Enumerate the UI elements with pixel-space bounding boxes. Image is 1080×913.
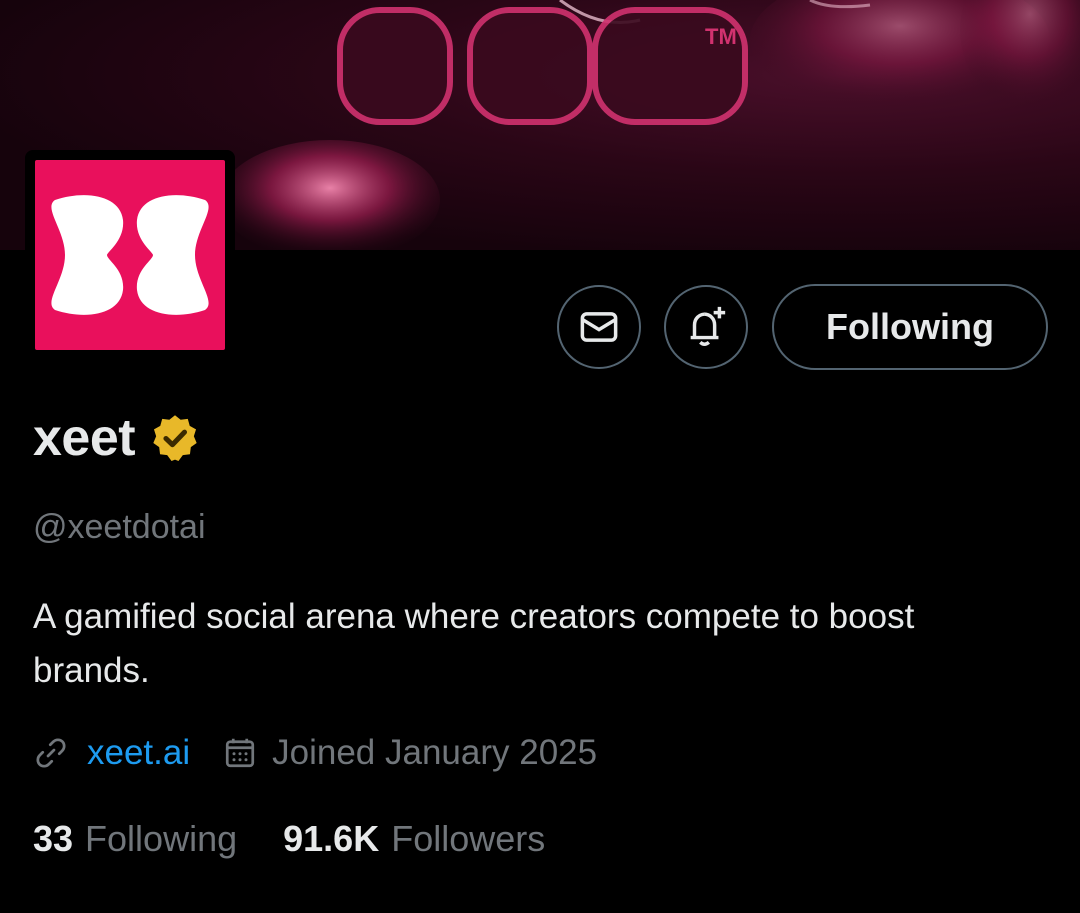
followers-stat[interactable]: 91.6K Followers <box>283 818 545 860</box>
avatar[interactable] <box>25 150 235 360</box>
notifications-button[interactable] <box>664 285 748 369</box>
following-stat[interactable]: 33 Following <box>33 818 237 860</box>
profile-name-row: xeet <box>33 408 201 468</box>
message-button[interactable] <box>557 285 641 369</box>
calendar-icon <box>226 738 255 768</box>
link-icon <box>36 738 66 768</box>
following-label: Following <box>85 818 238 859</box>
display-name: xeet <box>33 409 136 467</box>
followers-count: 91.6K <box>283 818 380 859</box>
profile-handle: @xeetdotai <box>33 508 206 546</box>
banner-trademark: TM <box>705 24 737 49</box>
avatar-logo <box>35 160 225 350</box>
profile-bio: A gamified social arena where creators c… <box>33 597 915 690</box>
profile-stats: 33 Following 91.6K Followers <box>33 818 545 860</box>
banner-wordmark <box>337 7 748 125</box>
profile-meta: xeet.ai Joined January 2025 <box>33 733 597 773</box>
following-count: 33 <box>33 818 74 859</box>
envelope-icon <box>580 312 618 342</box>
followers-label: Followers <box>391 818 546 859</box>
xeet-logo-icon <box>51 195 209 315</box>
bell-plus-icon <box>690 306 726 346</box>
verified-badge-icon[interactable] <box>149 412 201 464</box>
following-button[interactable]: Following <box>772 284 1048 370</box>
website-link[interactable]: xeet.ai <box>87 733 190 773</box>
joined-date: Joined January 2025 <box>272 733 598 772</box>
